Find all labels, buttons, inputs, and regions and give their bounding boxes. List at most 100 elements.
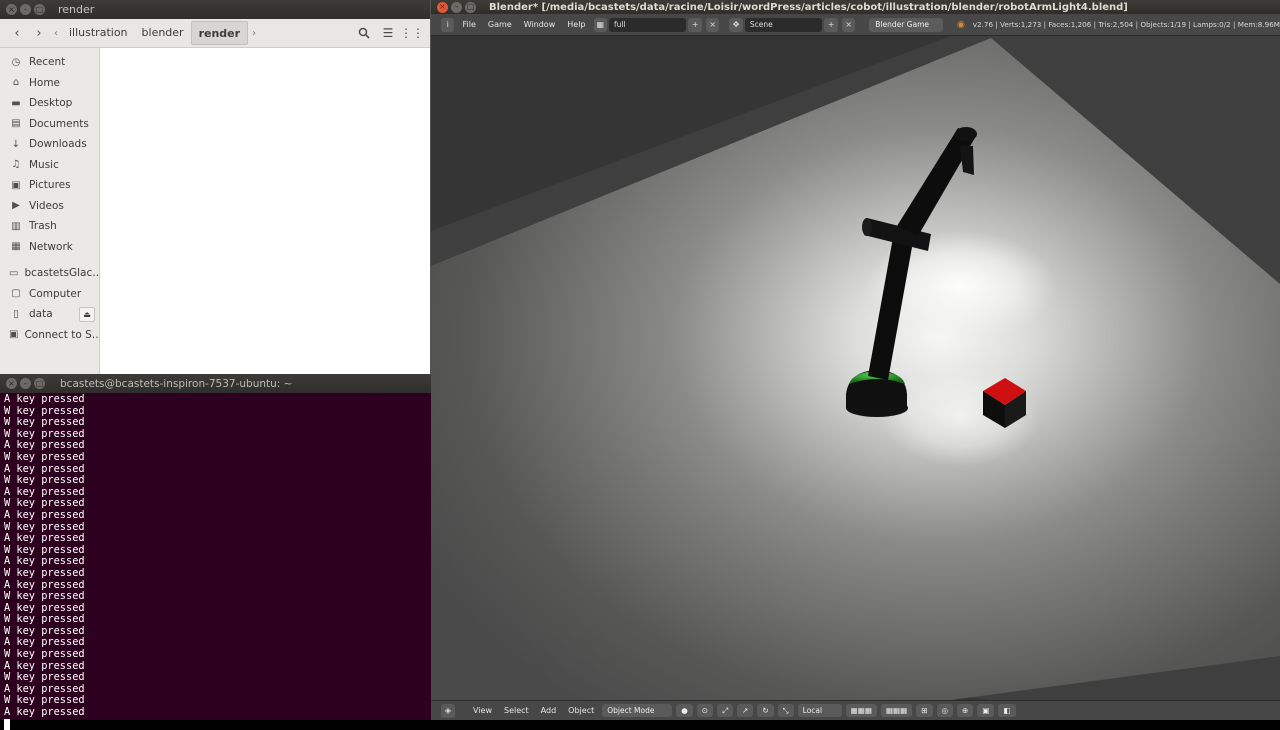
forward-icon[interactable]: › bbox=[28, 22, 50, 44]
close-icon[interactable]: × bbox=[6, 4, 17, 15]
sidebar-item-desktop[interactable]: ▬ Desktop bbox=[0, 93, 99, 114]
orientation-dropdown[interactable]: Local bbox=[797, 704, 842, 717]
scene-stats: v2.76 | Verts:1,273 | Faces:1,206 | Tris… bbox=[972, 20, 1280, 29]
minimize-icon[interactable]: – bbox=[20, 4, 31, 15]
maximize-icon[interactable]: □ bbox=[34, 378, 45, 389]
search-icon[interactable] bbox=[352, 22, 376, 44]
crumb-left-arrow-icon[interactable]: ‹ bbox=[50, 28, 62, 39]
back-icon[interactable]: ‹ bbox=[6, 22, 28, 44]
maximize-icon[interactable]: □ bbox=[465, 1, 476, 13]
translate-icon[interactable]: ↗ bbox=[737, 704, 754, 717]
sidebar-item-pictures[interactable]: ▣ Pictures bbox=[0, 175, 99, 196]
menu-game[interactable]: Game bbox=[482, 20, 518, 29]
layers-icon[interactable]: ▦▦▦ bbox=[845, 704, 877, 717]
terminal-line: A key pressed bbox=[4, 393, 85, 405]
menu-help[interactable]: Help bbox=[561, 20, 591, 29]
fm-file-area[interactable] bbox=[100, 48, 430, 374]
terminal-line: A key pressed bbox=[4, 706, 85, 719]
close-icon[interactable]: × bbox=[437, 1, 448, 13]
terminal-cursor bbox=[4, 719, 10, 730]
grid-view-icon[interactable]: ⋮⋮ bbox=[400, 22, 424, 44]
scene-field[interactable]: Scene bbox=[744, 17, 823, 32]
fm-titlebar: × – □ render bbox=[0, 0, 430, 19]
disk-icon: ▯ bbox=[13, 308, 19, 320]
scene-icon[interactable]: ✥ bbox=[729, 17, 743, 32]
info-editor-icon[interactable]: i bbox=[441, 17, 455, 32]
minimize-icon[interactable]: – bbox=[20, 378, 31, 389]
render-engine-dropdown[interactable]: Blender Game bbox=[869, 17, 943, 32]
sidebar-item-trash[interactable]: ▥ Trash bbox=[0, 216, 99, 237]
breadcrumb-render[interactable]: render bbox=[190, 21, 249, 45]
lock-layers-icon[interactable]: ⊞ bbox=[916, 704, 933, 717]
snap-element-icon[interactable]: ▣ bbox=[977, 704, 995, 717]
maximize-icon[interactable]: □ bbox=[34, 4, 45, 15]
sidebar-item-videos[interactable]: ▶ Videos bbox=[0, 196, 99, 217]
terminal-title: bcastets@bcastets-inspiron-7537-ubuntu: … bbox=[60, 377, 293, 390]
menu-window[interactable]: Window bbox=[518, 20, 562, 29]
add-screen-icon[interactable]: + bbox=[688, 17, 702, 32]
close-icon[interactable]: × bbox=[6, 378, 17, 389]
scale-icon[interactable]: ⤡ bbox=[777, 704, 794, 717]
sidebar-item-label: Desktop bbox=[29, 97, 73, 110]
menu-add[interactable]: Add bbox=[535, 706, 563, 715]
blender-window: × – □ Blender* [/media/bcastets/data/rac… bbox=[431, 0, 1280, 720]
sidebar-item-computer[interactable]: ▢ Computer bbox=[0, 284, 99, 305]
sidebar-item-recent[interactable]: ◷ Recent bbox=[0, 52, 99, 73]
terminal-line: W key pressed bbox=[4, 474, 85, 487]
terminal-line: A key pressed bbox=[4, 532, 85, 545]
remove-scene-icon[interactable]: × bbox=[841, 17, 856, 32]
sidebar-item-connect-to-s[interactable]: ▣ Connect to S… bbox=[0, 325, 99, 346]
screen-layout-field[interactable]: full bbox=[608, 17, 687, 32]
add-scene-icon[interactable]: + bbox=[824, 17, 838, 32]
sidebar-item-documents[interactable]: ▤ Documents bbox=[0, 114, 99, 135]
menu-file[interactable]: File bbox=[456, 20, 481, 29]
screen-layout-icon[interactable]: ▦ bbox=[593, 17, 607, 32]
clock-icon: ◷ bbox=[11, 56, 21, 68]
menu-select[interactable]: Select bbox=[498, 706, 535, 715]
pivot-dropdown-icon[interactable]: ⊙ bbox=[696, 704, 714, 717]
network-icon: ▦ bbox=[11, 241, 21, 253]
sidebar-item-label: Network bbox=[29, 240, 73, 253]
file-manager-window: × – □ render ‹ › ‹ illustration blender … bbox=[0, 0, 431, 374]
mode-dropdown[interactable]: Object Mode bbox=[602, 704, 673, 717]
terminal-titlebar: × – □ bcastets@bcastets-inspiron-7537-ub… bbox=[0, 374, 431, 393]
sidebar-item-data[interactable]: ▯ data ⏏ bbox=[0, 304, 99, 325]
minimize-icon[interactable]: – bbox=[451, 1, 462, 13]
3d-viewport[interactable] bbox=[431, 36, 1280, 700]
breadcrumb-illustration[interactable]: illustration bbox=[62, 21, 135, 45]
breadcrumb-blender[interactable]: blender bbox=[135, 21, 191, 45]
terminal-line: W key pressed bbox=[4, 450, 85, 463]
eject-icon[interactable]: ⏏ bbox=[79, 306, 95, 322]
sidebar-item-network[interactable]: ▦ Network bbox=[0, 237, 99, 258]
terminal-output[interactable]: A key pressed W key pressed W key pressed W… bbox=[0, 393, 431, 730]
proportional-edit-icon[interactable]: ◎ bbox=[936, 704, 954, 717]
remove-screen-icon[interactable]: × bbox=[705, 17, 720, 32]
layers-icon-2[interactable]: ▦▦▦ bbox=[880, 704, 913, 717]
desktop-folder-icon: ▬ bbox=[11, 97, 21, 109]
snap-icon[interactable]: ⊕ bbox=[957, 704, 974, 717]
shading-dropdown-icon[interactable]: ● bbox=[676, 704, 693, 717]
home-icon: ⌂ bbox=[12, 77, 20, 89]
blender-titlebar: × – □ Blender* [/media/bcastets/data/rac… bbox=[431, 0, 1280, 14]
sidebar-item-label: Videos bbox=[29, 199, 64, 212]
menu-view[interactable]: View bbox=[467, 706, 498, 715]
sidebar-item-bcastetsglac[interactable]: ▭ bcastetsGlac… bbox=[0, 263, 99, 284]
render-icon[interactable]: ◧ bbox=[998, 704, 1016, 717]
list-view-icon[interactable]: ☰ bbox=[376, 22, 400, 44]
documents-icon: ▤ bbox=[11, 118, 21, 130]
manipulator-toggle-icon[interactable]: ⤢ bbox=[717, 704, 734, 717]
sidebar-item-home[interactable]: ⌂ Home bbox=[0, 73, 99, 94]
robot-wrist bbox=[955, 127, 977, 141]
menu-object[interactable]: Object bbox=[562, 706, 600, 715]
sidebar-item-label: Home bbox=[29, 76, 61, 89]
sidebar-item-music[interactable]: ♫ Music bbox=[0, 155, 99, 176]
sidebar-item-downloads[interactable]: ↓ Downloads bbox=[0, 134, 99, 155]
drive-icon: ▭ bbox=[9, 267, 19, 279]
terminal-line: A key pressed bbox=[4, 508, 85, 521]
3d-view-editor-icon[interactable]: ◈ bbox=[441, 703, 455, 718]
download-icon: ↓ bbox=[11, 138, 21, 150]
computer-icon: ▢ bbox=[11, 288, 21, 300]
crumb-right-arrow-icon[interactable]: › bbox=[248, 28, 260, 39]
rotate-icon[interactable]: ↻ bbox=[757, 704, 774, 717]
fm-window-title: render bbox=[58, 3, 95, 16]
